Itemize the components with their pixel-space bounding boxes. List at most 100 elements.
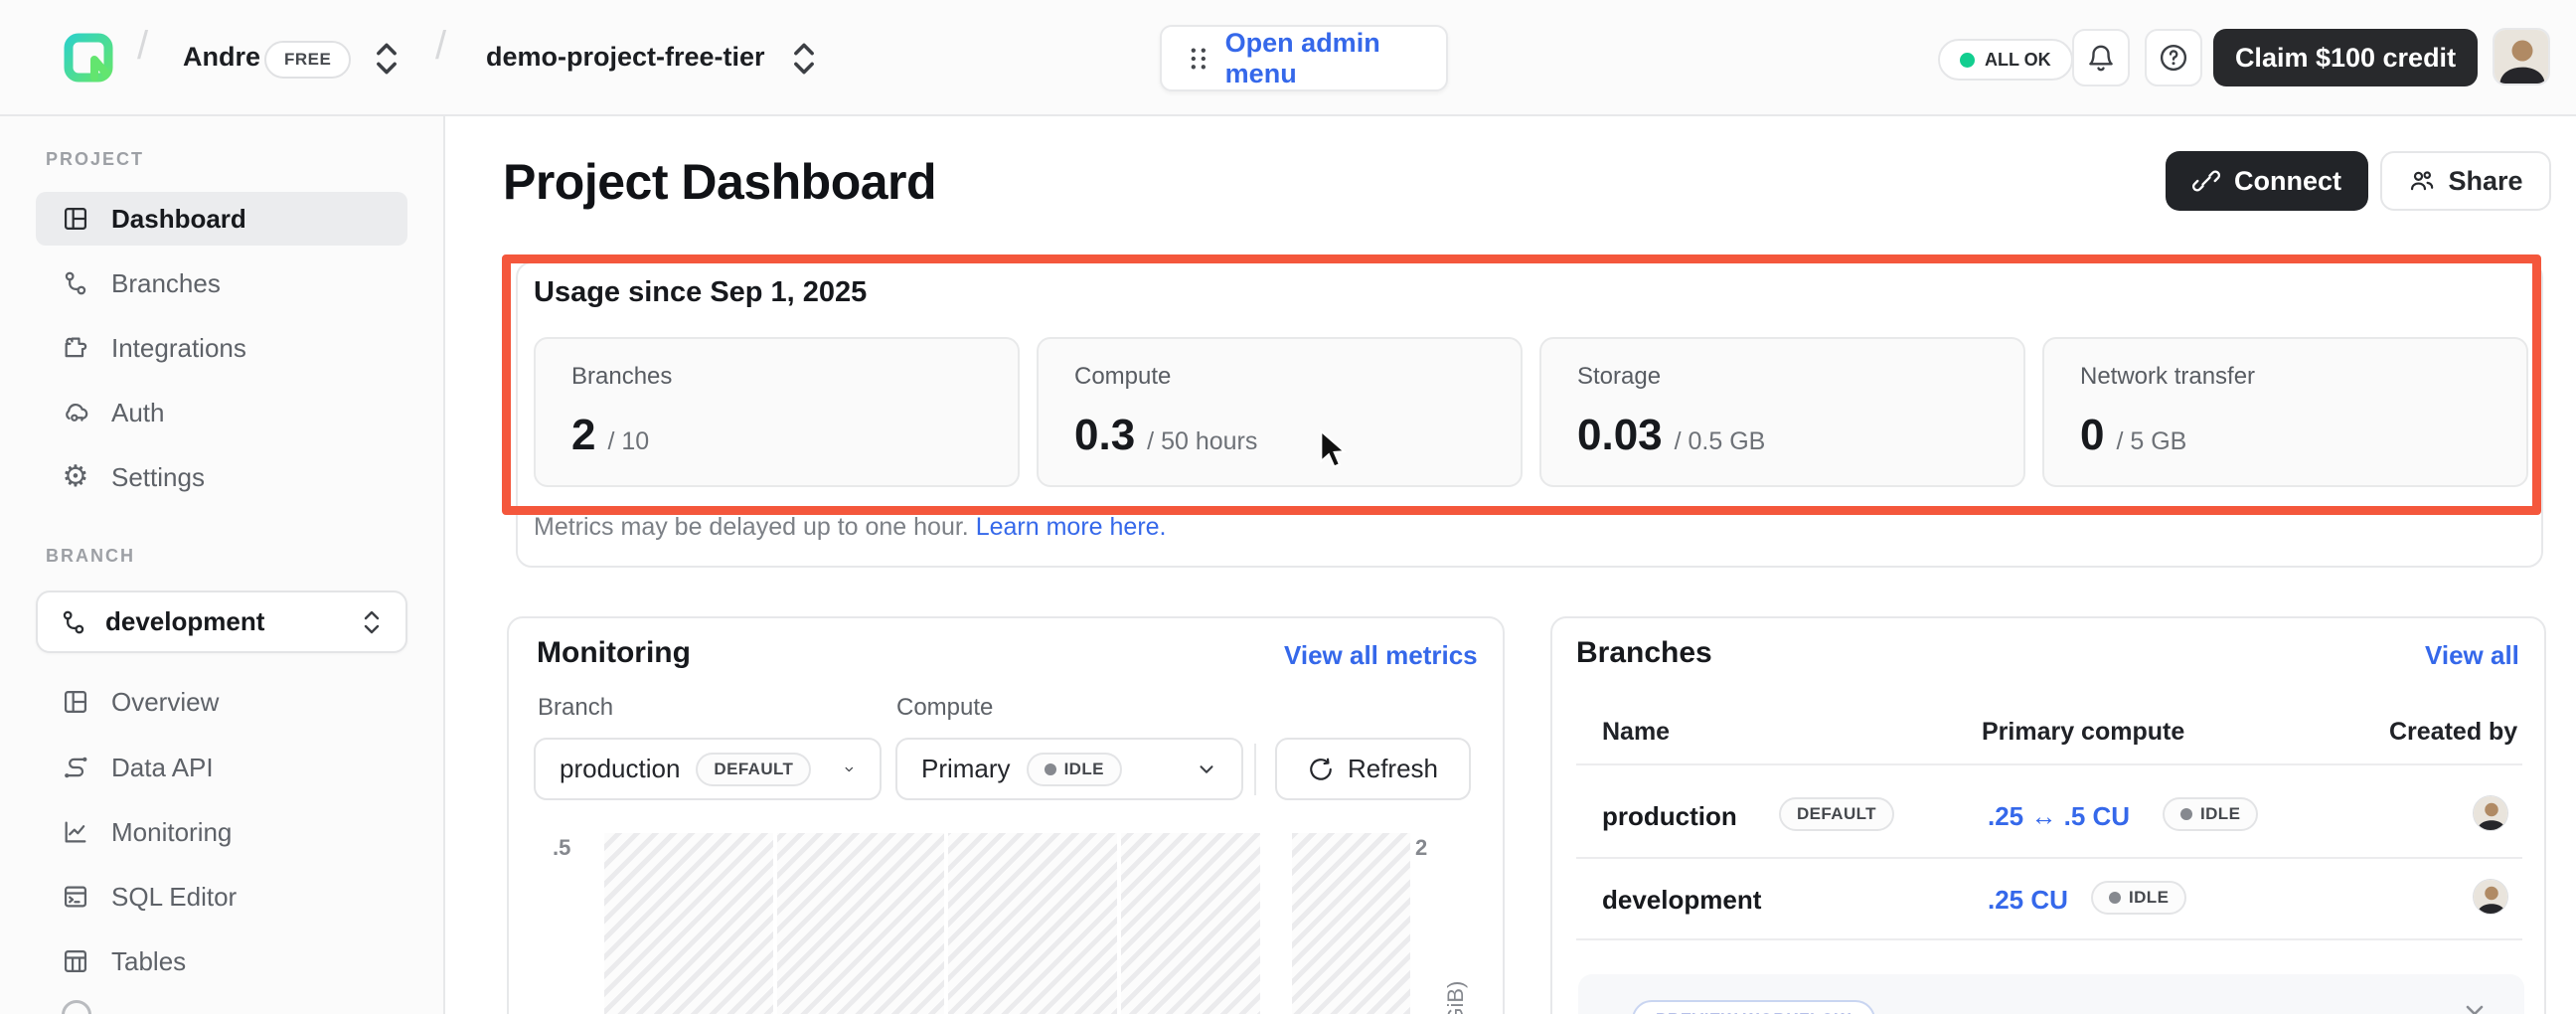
sidebar-section-branch: BRANCH bbox=[46, 546, 135, 567]
sidebar-item-sql-editor[interactable]: SQL Editor bbox=[36, 870, 407, 924]
branch-selector-value: development bbox=[105, 606, 342, 637]
branch-compute-size: .25 CU bbox=[1988, 885, 2068, 916]
branch-name: development bbox=[1602, 885, 1761, 916]
idle-badge: IDLE bbox=[1027, 753, 1122, 786]
sidebar-item-partial-icon bbox=[62, 1000, 91, 1014]
usage-card-value: 0.3 bbox=[1074, 411, 1135, 460]
usage-card-storage[interactable]: Storage 0.03 / 0.5 GB bbox=[1539, 337, 2025, 487]
sidebar-item-dashboard[interactable]: Dashboard bbox=[36, 192, 407, 246]
created-by-avatar bbox=[2473, 879, 2508, 915]
chevron-down-icon bbox=[1196, 759, 1217, 780]
preview-workflow-banner: PREVIEW WORKFLOW bbox=[1578, 974, 2524, 1014]
sidebar-item-label: Monitoring bbox=[111, 817, 232, 848]
dashboard-icon bbox=[60, 203, 91, 235]
usage-card-branches[interactable]: Branches 2 / 10 bbox=[534, 337, 1020, 487]
sidebar-item-monitoring[interactable]: Monitoring bbox=[36, 805, 407, 859]
sidebar-item-overview[interactable]: Overview bbox=[36, 675, 407, 729]
share-people-icon bbox=[2408, 167, 2436, 195]
sidebar-item-label: Overview bbox=[111, 687, 219, 718]
chevrons-up-down-icon bbox=[360, 607, 384, 637]
preview-workflow-badge: PREVIEW WORKFLOW bbox=[1632, 1000, 1875, 1014]
neon-logo-icon[interactable] bbox=[64, 33, 113, 83]
col-header-created-by: Created by bbox=[2389, 718, 2517, 747]
avatar-photo bbox=[2495, 30, 2550, 85]
usage-card-compute[interactable]: Compute 0.3 / 50 hours bbox=[1037, 337, 1523, 487]
open-admin-menu-label: Open admin menu bbox=[1225, 28, 1420, 89]
idle-badge-label: IDLE bbox=[1064, 760, 1104, 779]
claim-credit-button[interactable]: Claim $100 credit bbox=[2213, 29, 2478, 86]
branch-selector[interactable]: development bbox=[36, 591, 407, 653]
usage-card-label: Branches bbox=[571, 363, 982, 391]
refresh-button[interactable]: Refresh bbox=[1275, 738, 1471, 800]
connect-button[interactable]: Connect bbox=[2166, 151, 2368, 211]
table-divider bbox=[1576, 938, 2522, 940]
usage-card-quota: / 0.5 GB bbox=[1675, 427, 1766, 456]
project-chevrons-up-down-icon[interactable] bbox=[787, 40, 821, 78]
compute-dropdown[interactable]: Primary IDLE bbox=[895, 738, 1243, 800]
chart-gridline bbox=[1117, 833, 1121, 1014]
share-button-label: Share bbox=[2448, 166, 2522, 197]
branch-field-label: Branch bbox=[538, 694, 613, 722]
idle-dot-icon bbox=[2180, 808, 2192, 820]
breadcrumb-project[interactable]: demo-project-free-tier bbox=[486, 42, 765, 73]
drag-handle-icon bbox=[1188, 42, 1209, 76]
sidebar-item-tables[interactable]: Tables bbox=[36, 934, 407, 988]
compute-dropdown-value: Primary bbox=[921, 754, 1011, 784]
sql-editor-icon bbox=[60, 881, 91, 913]
data-api-icon bbox=[60, 752, 91, 783]
created-by-avatar bbox=[2473, 795, 2508, 831]
tables-icon bbox=[60, 945, 91, 977]
breadcrumb-slash: / bbox=[435, 24, 446, 69]
sidebar-item-label: Integrations bbox=[111, 333, 246, 364]
user-avatar[interactable] bbox=[2493, 28, 2550, 85]
branch-icon bbox=[60, 608, 87, 636]
usage-card-value: 2 bbox=[571, 411, 595, 460]
sidebar-item-label: Data API bbox=[111, 753, 214, 783]
overview-icon bbox=[60, 686, 91, 718]
auth-icon bbox=[60, 397, 91, 428]
branch-dropdown[interactable]: production DEFAULT bbox=[534, 738, 882, 800]
idle-badge-label: IDLE bbox=[2200, 804, 2240, 824]
toolbar-divider bbox=[1254, 744, 1256, 795]
branches-icon bbox=[60, 267, 91, 299]
monitoring-title: Monitoring bbox=[537, 636, 691, 670]
sidebar-section-project: PROJECT bbox=[46, 149, 144, 170]
branches-title: Branches bbox=[1576, 636, 1712, 670]
connect-icon bbox=[2192, 167, 2220, 195]
chart-gridline bbox=[773, 833, 777, 1014]
branch-compute-size: .25 ↔ .5 CU bbox=[1988, 801, 2130, 832]
usage-card-value: 0 bbox=[2080, 411, 2104, 460]
sidebar-item-auth[interactable]: Auth bbox=[36, 386, 407, 439]
idle-badge-label: IDLE bbox=[2129, 888, 2169, 908]
chart-right-tick: 2 bbox=[1415, 835, 1427, 861]
sidebar: PROJECT Dashboard Branches Integrations … bbox=[0, 116, 445, 1014]
breadcrumb-org[interactable]: Andre bbox=[183, 42, 260, 73]
sidebar-item-branches[interactable]: Branches bbox=[36, 256, 407, 310]
view-all-branches-link[interactable]: View all bbox=[2425, 640, 2519, 671]
usage-card-label: Storage bbox=[1577, 363, 1988, 391]
bell-icon bbox=[2086, 43, 2116, 73]
sidebar-item-settings[interactable]: ⚙ Settings bbox=[36, 450, 407, 504]
view-all-metrics-link[interactable]: View all metrics bbox=[1284, 640, 1478, 671]
close-icon[interactable] bbox=[2461, 1000, 2489, 1014]
col-header-name: Name bbox=[1602, 718, 1670, 747]
usage-card-network[interactable]: Network transfer 0 / 5 GB bbox=[2042, 337, 2528, 487]
learn-more-link[interactable]: Learn more here. bbox=[976, 513, 1167, 541]
table-divider bbox=[1576, 763, 2522, 765]
org-chevrons-up-down-icon[interactable] bbox=[370, 40, 403, 78]
settings-gear-icon: ⚙ bbox=[60, 461, 91, 493]
status-pill[interactable]: ALL OK bbox=[1938, 39, 2073, 81]
sidebar-item-label: Settings bbox=[111, 462, 205, 493]
sidebar-item-integrations[interactable]: Integrations bbox=[36, 321, 407, 375]
branch-dropdown-value: production bbox=[560, 754, 680, 784]
col-header-primary-compute: Primary compute bbox=[1982, 718, 2184, 747]
sidebar-item-data-api[interactable]: Data API bbox=[36, 741, 407, 794]
open-admin-menu-button[interactable]: Open admin menu bbox=[1160, 25, 1448, 91]
help-button[interactable] bbox=[2145, 29, 2202, 86]
sidebar-item-label: Auth bbox=[111, 398, 165, 428]
idle-badge: IDLE bbox=[2091, 881, 2186, 915]
usage-card-quota: / 10 bbox=[607, 427, 649, 456]
neon-console: / Andre FREE / demo-project-free-tier Op… bbox=[0, 0, 2576, 1014]
share-button[interactable]: Share bbox=[2380, 151, 2551, 211]
notifications-button[interactable] bbox=[2072, 29, 2130, 86]
